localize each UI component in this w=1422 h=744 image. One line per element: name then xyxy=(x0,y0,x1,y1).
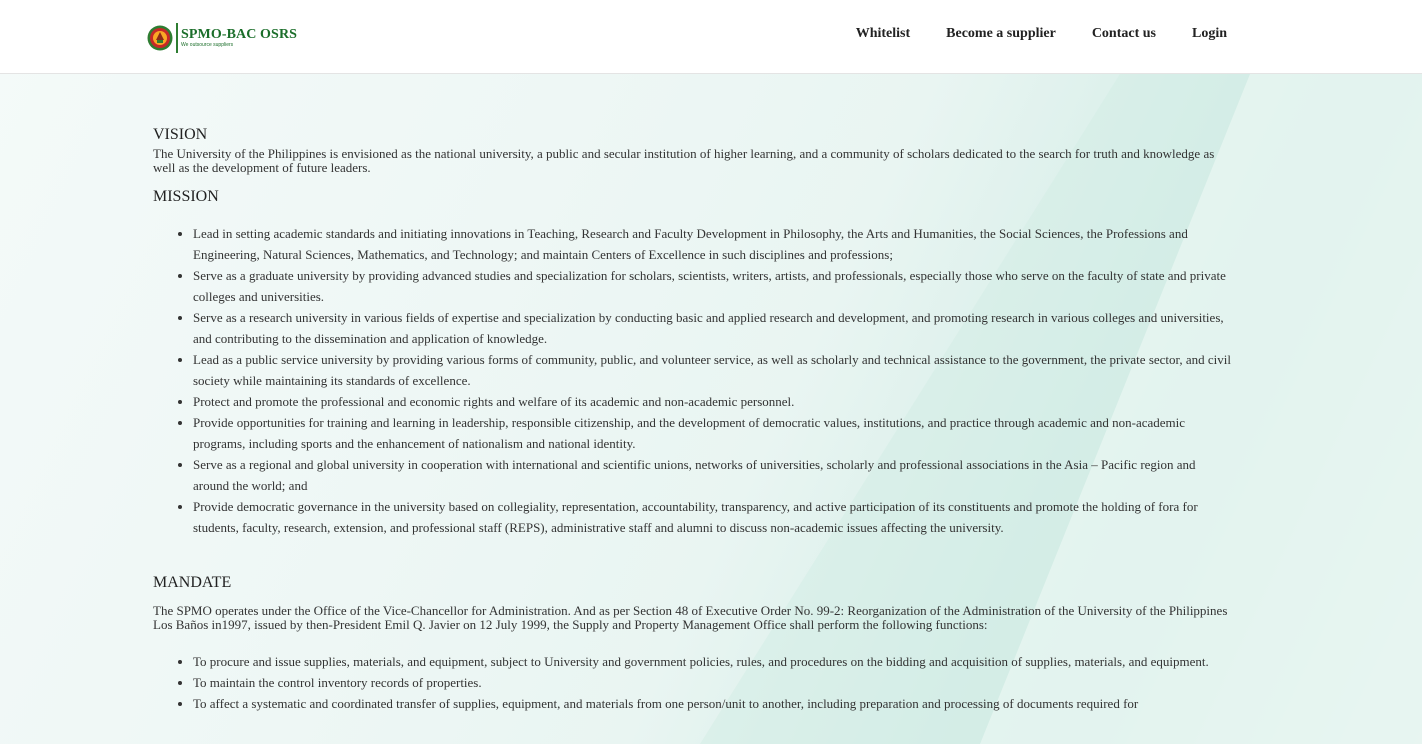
mission-heading: MISSION xyxy=(153,188,219,205)
mission-list: Lead in setting academic standards and i… xyxy=(153,223,1233,538)
vision-heading: VISION xyxy=(153,126,208,143)
brand-logo-link[interactable]: SPMO-BAC OSRS We outsource suppliers xyxy=(147,21,297,55)
university-seal-icon xyxy=(147,25,173,51)
list-item: Serve as a regional and global universit… xyxy=(193,454,1233,496)
mandate-list: To procure and issue supplies, materials… xyxy=(153,651,1233,714)
list-item: To maintain the control inventory record… xyxy=(193,672,1233,693)
nav-whitelist[interactable]: Whitelist xyxy=(856,26,910,42)
nav-become-supplier[interactable]: Become a supplier xyxy=(946,26,1056,42)
list-item: To procure and issue supplies, materials… xyxy=(193,651,1233,672)
mandate-text: The SPMO operates under the Office of th… xyxy=(153,603,1228,632)
vision-section: VISION The University of the Philippines… xyxy=(153,124,1233,175)
mandate-section: MANDATE The SPMO operates under the Offi… xyxy=(153,572,1233,714)
brand-tagline: We outsource suppliers xyxy=(181,42,234,48)
main-nav: Whitelist Become a supplier Contact us L… xyxy=(856,26,1227,42)
vision-text: The University of the Philippines is env… xyxy=(153,146,1215,175)
mission-section: MISSION Lead in setting academic standar… xyxy=(153,186,1233,538)
list-item: Provide democratic governance in the uni… xyxy=(193,496,1233,538)
list-item: Lead in setting academic standards and i… xyxy=(193,223,1233,265)
top-navbar: SPMO-BAC OSRS We outsource suppliers Whi… xyxy=(0,0,1422,74)
nav-login[interactable]: Login xyxy=(1192,26,1227,42)
list-item: Serve as a research university in variou… xyxy=(193,307,1233,349)
list-item: Provide opportunities for training and l… xyxy=(193,412,1233,454)
list-item: Serve as a graduate university by provid… xyxy=(193,265,1233,307)
main-content: VISION The University of the Philippines… xyxy=(153,124,1233,714)
list-item: To affect a systematic and coordinated t… xyxy=(193,693,1233,714)
brand-title: SPMO-BAC OSRS xyxy=(181,27,298,42)
list-item: Lead as a public service university by p… xyxy=(193,349,1233,391)
brand-text: SPMO-BAC OSRS We outsource suppliers xyxy=(181,28,297,48)
nav-contact-us[interactable]: Contact us xyxy=(1092,26,1156,42)
list-item: Protect and promote the professional and… xyxy=(193,391,1233,412)
brand-divider xyxy=(176,23,178,53)
mandate-heading: MANDATE xyxy=(153,574,232,591)
